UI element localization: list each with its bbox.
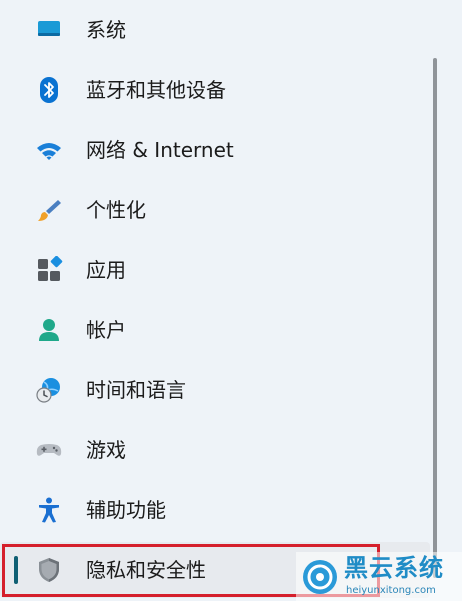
- sidebar-item-time-language[interactable]: 时间和语言: [0, 362, 430, 418]
- sidebar-item-network[interactable]: 网络 & Internet: [0, 122, 430, 178]
- sidebar-item-label: 时间和语言: [86, 378, 186, 402]
- account-icon: [35, 316, 63, 344]
- shield-icon: [35, 556, 63, 584]
- sidebar-item-label: 隐私和安全性: [86, 558, 206, 582]
- sidebar-item-label: 蓝牙和其他设备: [86, 78, 226, 102]
- sidebar-item-accessibility[interactable]: 辅助功能: [0, 482, 430, 538]
- watermark: 黑云系统 heiyunxitong.com: [296, 552, 462, 601]
- accessibility-icon: [35, 496, 63, 524]
- sidebar-item-accounts[interactable]: 帐户: [0, 302, 430, 358]
- sidebar-item-personalization[interactable]: 个性化: [0, 182, 430, 238]
- bluetooth-icon: [35, 76, 63, 104]
- watermark-logo-icon: [301, 558, 339, 596]
- sidebar-item-bluetooth[interactable]: 蓝牙和其他设备: [0, 62, 430, 118]
- apps-icon: [35, 256, 63, 284]
- sidebar-item-label: 应用: [86, 258, 126, 282]
- sidebar-item-label: 个性化: [86, 198, 146, 222]
- watermark-url: heiyunxitong.com: [346, 585, 436, 596]
- settings-sidebar: 系统 蓝牙和其他设备 网络 & Internet 个性化 应用 帐户 时间和语言…: [0, 0, 430, 601]
- sidebar-item-label: 系统: [86, 18, 126, 42]
- sidebar-item-apps[interactable]: 应用: [0, 242, 430, 298]
- selection-indicator: [14, 556, 18, 584]
- system-display-icon: [35, 16, 63, 44]
- sidebar-item-system[interactable]: 系统: [0, 2, 430, 58]
- vertical-scrollbar[interactable]: [433, 58, 437, 578]
- watermark-title: 黑云系统: [344, 554, 444, 582]
- gamepad-icon: [35, 436, 63, 464]
- wifi-icon: [35, 136, 63, 164]
- sidebar-item-label: 网络 & Internet: [86, 138, 234, 162]
- sidebar-item-label: 游戏: [86, 438, 126, 462]
- time-language-icon: [35, 376, 63, 404]
- sidebar-item-gaming[interactable]: 游戏: [0, 422, 430, 478]
- sidebar-item-label: 辅助功能: [86, 498, 166, 522]
- paintbrush-icon: [35, 196, 63, 224]
- sidebar-item-label: 帐户: [86, 318, 126, 342]
